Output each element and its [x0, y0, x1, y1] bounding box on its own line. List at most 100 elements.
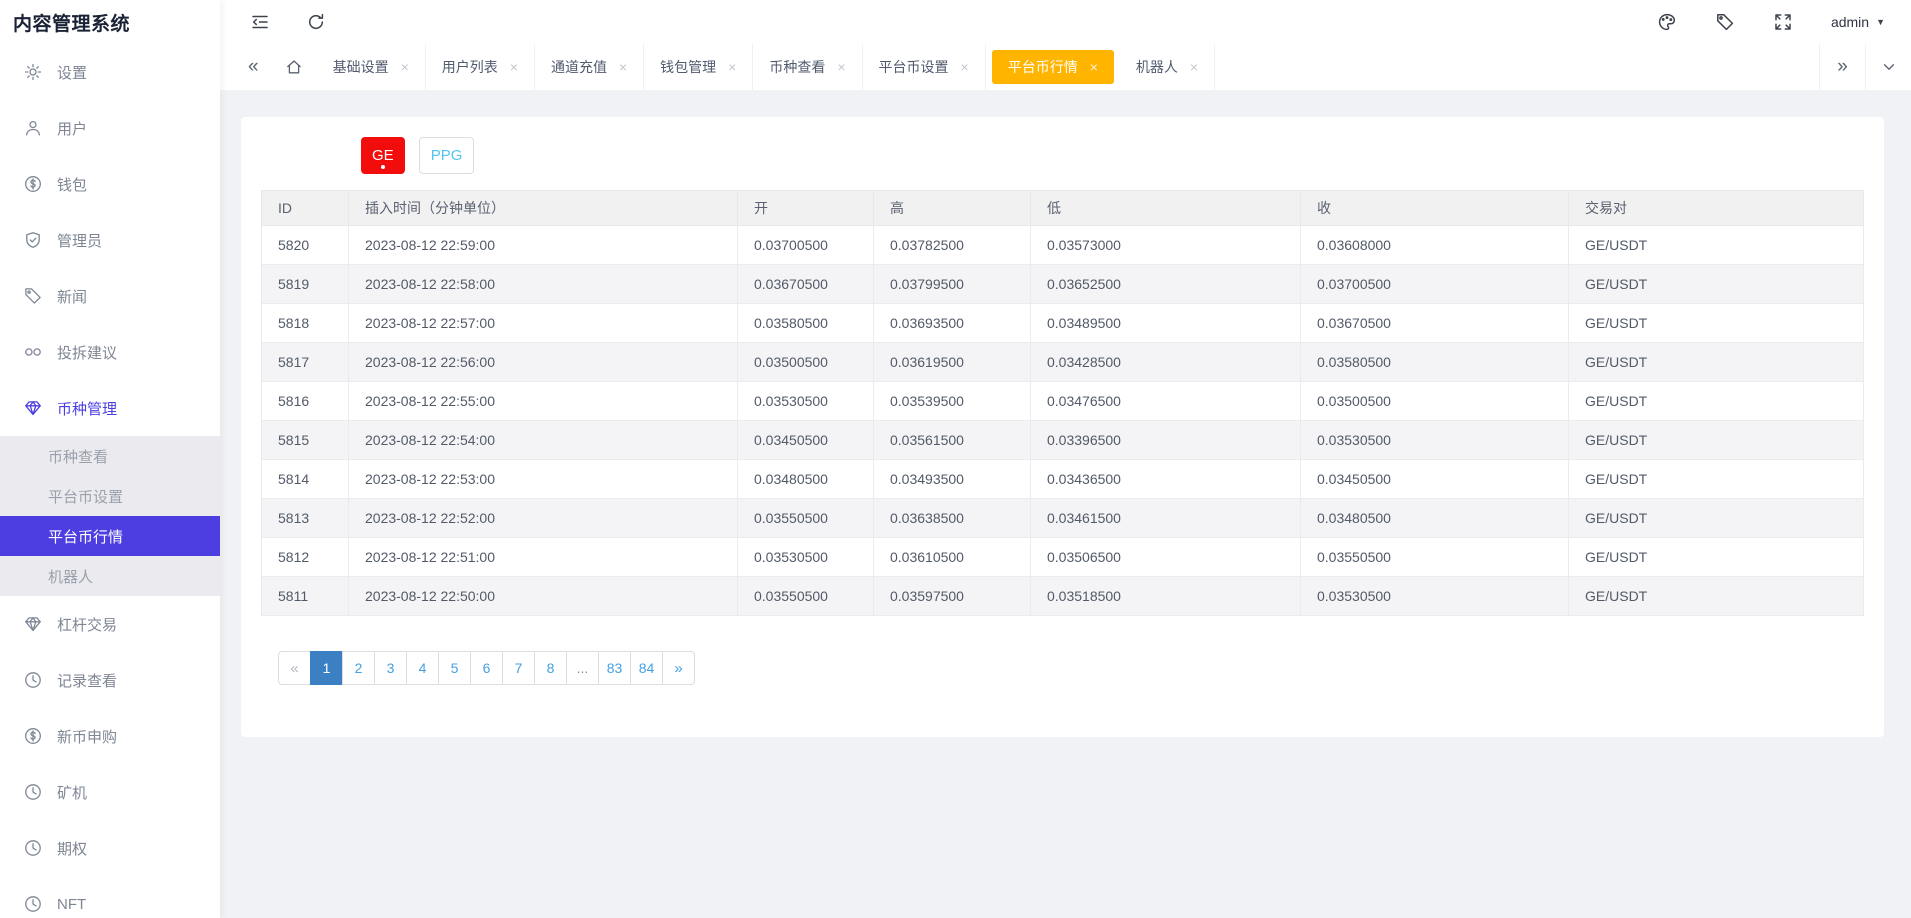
close-icon[interactable]: ×: [837, 59, 845, 75]
coin-button-ppg[interactable]: PPG: [419, 137, 475, 174]
sidebar-subitem-platform-coin-settings[interactable]: 平台币设置: [0, 476, 220, 516]
tabs-menu-chevron-down-icon[interactable]: [1865, 44, 1911, 90]
tag-icon[interactable]: [1715, 12, 1735, 32]
coin-button-ge[interactable]: GE: [361, 137, 405, 174]
table-cell: GE/USDT: [1569, 460, 1864, 499]
table-cell: 0.03518500: [1031, 577, 1301, 616]
tabs-scroll-right-button[interactable]: »: [1819, 44, 1865, 90]
table-cell: 0.03489500: [1031, 304, 1301, 343]
sidebar-item-label: 管理员: [57, 230, 102, 251]
pagination-page-5[interactable]: 5: [438, 651, 471, 685]
table-cell: 2023-08-12 22:52:00: [349, 499, 738, 538]
close-icon[interactable]: ×: [1190, 59, 1198, 75]
pagination-page-2[interactable]: 2: [342, 651, 375, 685]
collapse-menu-icon[interactable]: [250, 12, 270, 32]
tab-coin-view[interactable]: 币种查看 ×: [753, 44, 862, 90]
sidebar-item-admins[interactable]: 管理员: [0, 212, 220, 268]
pagination-page-83[interactable]: 83: [598, 651, 631, 685]
sidebar-item-leverage-trade[interactable]: 杠杆交易: [0, 596, 220, 652]
table-cell: 0.03450500: [1301, 460, 1569, 499]
sidebar-item-label: 设置: [57, 62, 87, 83]
tab-platform-coin-settings[interactable]: 平台币设置 ×: [863, 44, 986, 90]
pagination-page-84[interactable]: 84: [630, 651, 663, 685]
sidebar-subitem-robot[interactable]: 机器人: [0, 556, 220, 596]
table-cell: 0.03436500: [1031, 460, 1301, 499]
pagination-page-4[interactable]: 4: [406, 651, 439, 685]
table-cell: 0.03550500: [738, 577, 874, 616]
sidebar-item-label: 记录查看: [57, 670, 117, 691]
table-cell: 0.03550500: [738, 499, 874, 538]
refresh-icon[interactable]: [306, 12, 326, 32]
sidebar-subitem-platform-coin-market[interactable]: 平台币行情: [0, 516, 220, 556]
sidebar-item-feedback[interactable]: 投拆建议: [0, 324, 220, 380]
table-cell: 2023-08-12 22:54:00: [349, 421, 738, 460]
sidebar-item-nft[interactable]: NFT: [0, 876, 220, 918]
tab-robot[interactable]: 机器人 ×: [1120, 44, 1215, 90]
pagination-page-6[interactable]: 6: [470, 651, 503, 685]
sidebar-item-coin-manage[interactable]: 币种管理: [0, 380, 220, 436]
tab-wallet-manage[interactable]: 钱包管理 ×: [644, 44, 753, 90]
table-cell: 0.03799500: [874, 265, 1031, 304]
diamond-icon: [24, 399, 42, 417]
sidebar-item-label: 投拆建议: [57, 342, 117, 363]
sidebar-item-label: NFT: [57, 896, 86, 913]
table-cell: 5817: [262, 343, 349, 382]
table-cell: 5811: [262, 577, 349, 616]
close-icon[interactable]: ×: [510, 59, 518, 75]
table-cell: 0.03670500: [1301, 304, 1569, 343]
dollar-circle-icon: [24, 175, 42, 193]
dollar-circle-icon: [24, 727, 42, 745]
tab-channel-recharge[interactable]: 通道充值 ×: [535, 44, 644, 90]
table-cell: 2023-08-12 22:57:00: [349, 304, 738, 343]
fullscreen-icon[interactable]: [1773, 12, 1793, 32]
palette-icon[interactable]: [1657, 12, 1677, 32]
tab-user-list[interactable]: 用户列表 ×: [426, 44, 535, 90]
table-cell: 0.03396500: [1031, 421, 1301, 460]
sidebar-item-label: 新币申购: [57, 726, 117, 747]
sidebar-item-users[interactable]: 用户: [0, 100, 220, 156]
sidebar-item-news[interactable]: 新闻: [0, 268, 220, 324]
table-cell: 0.03428500: [1031, 343, 1301, 382]
column-header: 插入时间（分钟单位）: [349, 191, 738, 226]
close-icon[interactable]: ×: [1090, 59, 1098, 75]
tabs-scroll-left-button[interactable]: «: [248, 56, 259, 78]
pagination-next[interactable]: »: [662, 651, 695, 685]
table-cell: GE/USDT: [1569, 343, 1864, 382]
pagination-prev[interactable]: «: [278, 651, 311, 685]
close-icon[interactable]: ×: [619, 59, 627, 75]
pagination-page-3[interactable]: 3: [374, 651, 407, 685]
close-icon[interactable]: ×: [401, 59, 409, 75]
close-icon[interactable]: ×: [961, 59, 969, 75]
sidebar-item-wallet[interactable]: 钱包: [0, 156, 220, 212]
user-menu[interactable]: admin ▼: [1831, 14, 1885, 30]
history-icon: [24, 671, 42, 689]
sidebar-subitem-coin-view[interactable]: 币种查看: [0, 436, 220, 476]
table-cell: 0.03476500: [1031, 382, 1301, 421]
table-cell: 0.03693500: [874, 304, 1031, 343]
table-cell: 5818: [262, 304, 349, 343]
tabbar-right: »: [1819, 44, 1911, 90]
table-cell: 2023-08-12 22:53:00: [349, 460, 738, 499]
table-cell: 2023-08-12 22:51:00: [349, 538, 738, 577]
tab-label: 钱包管理: [660, 57, 716, 77]
pagination-page-8[interactable]: 8: [534, 651, 567, 685]
app-title: 内容管理系统: [0, 0, 220, 44]
sidebar-item-label: 矿机: [57, 782, 87, 803]
sidebar-item-new-coin-subscribe[interactable]: 新币申购: [0, 708, 220, 764]
sidebar-item-records[interactable]: 记录查看: [0, 652, 220, 708]
tab-basic-settings[interactable]: 基础设置 ×: [317, 44, 426, 90]
close-icon[interactable]: ×: [728, 59, 736, 75]
sidebar-item-miner[interactable]: 矿机: [0, 764, 220, 820]
table-cell: 5819: [262, 265, 349, 304]
table-cell: 0.03530500: [1301, 421, 1569, 460]
pagination-page-7[interactable]: 7: [502, 651, 535, 685]
sidebar-item-settings[interactable]: 设置: [0, 44, 220, 100]
tab-label: 平台币行情: [1008, 57, 1078, 77]
tag-icon: [24, 287, 42, 305]
sidebar-item-options[interactable]: 期权: [0, 820, 220, 876]
table-cell: 0.03480500: [738, 460, 874, 499]
chevron-down-icon: ▼: [1876, 17, 1885, 27]
pagination-page-1[interactable]: 1: [310, 651, 343, 685]
tab-platform-coin-market[interactable]: 平台币行情 ×: [992, 50, 1114, 84]
home-icon[interactable]: [285, 58, 303, 76]
